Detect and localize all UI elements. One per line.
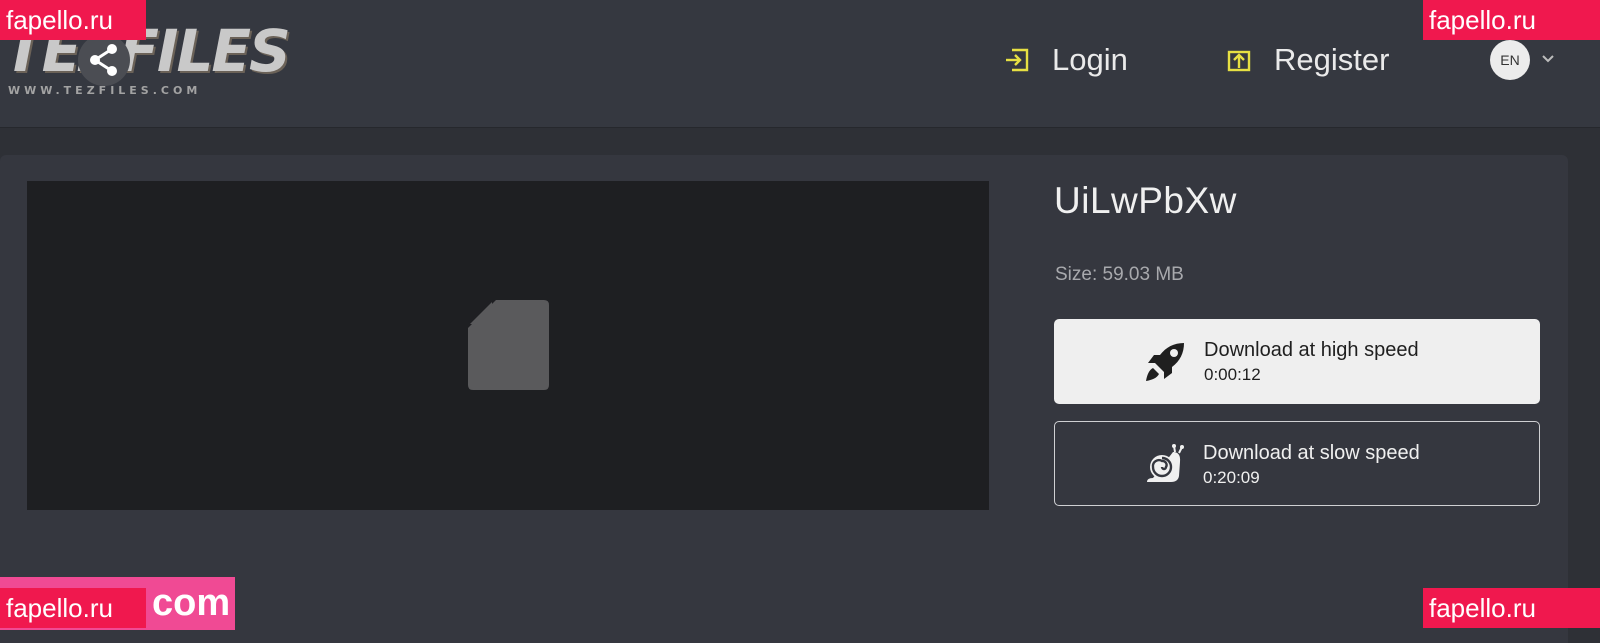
register-link[interactable]: Register [1226, 38, 1389, 82]
snail-icon [1147, 444, 1184, 482]
chevron-down-icon[interactable] [1540, 52, 1556, 64]
watermark-bottom-left: fapello.ru [0, 588, 146, 628]
logo-url: WWW.TEZFILES.COM [8, 84, 202, 97]
login-label: Login [1052, 42, 1128, 77]
rocket-icon [1146, 343, 1184, 381]
watermark-top-right: fapello.ru [1423, 0, 1600, 40]
site-header: TEZFILES WWW.TEZFILES.COM Login Register… [0, 0, 1600, 128]
download-high-speed-time: 0:00:12 [1204, 365, 1261, 384]
share-icon [78, 34, 130, 86]
file-icon [468, 300, 549, 390]
page: TEZFILES WWW.TEZFILES.COM Login Register… [0, 0, 1600, 643]
watermark-bottom-right: fapello.ru [1423, 588, 1600, 628]
login-link[interactable]: Login [1004, 38, 1128, 82]
download-high-speed-button[interactable]: Download at high speed 0:00:12 [1054, 319, 1540, 404]
register-label: Register [1274, 42, 1390, 77]
download-slow-speed-label: Download at slow speed [1203, 442, 1420, 464]
register-icon [1227, 50, 1251, 72]
login-icon [1006, 48, 1029, 72]
file-size: Size: 59.03 MB [1055, 264, 1184, 285]
download-slow-speed-button[interactable]: Download at slow speed 0:20:09 [1054, 421, 1540, 506]
file-title: UiLwPbXw [1054, 180, 1237, 221]
watermark-bottom-left-suffix: com [152, 582, 231, 624]
download-slow-speed-time: 0:20:09 [1203, 468, 1260, 487]
language-selector[interactable]: EN [1490, 40, 1530, 80]
download-high-speed-label: Download at high speed [1204, 339, 1419, 361]
watermark-top-left: fapello.ru [0, 0, 146, 40]
